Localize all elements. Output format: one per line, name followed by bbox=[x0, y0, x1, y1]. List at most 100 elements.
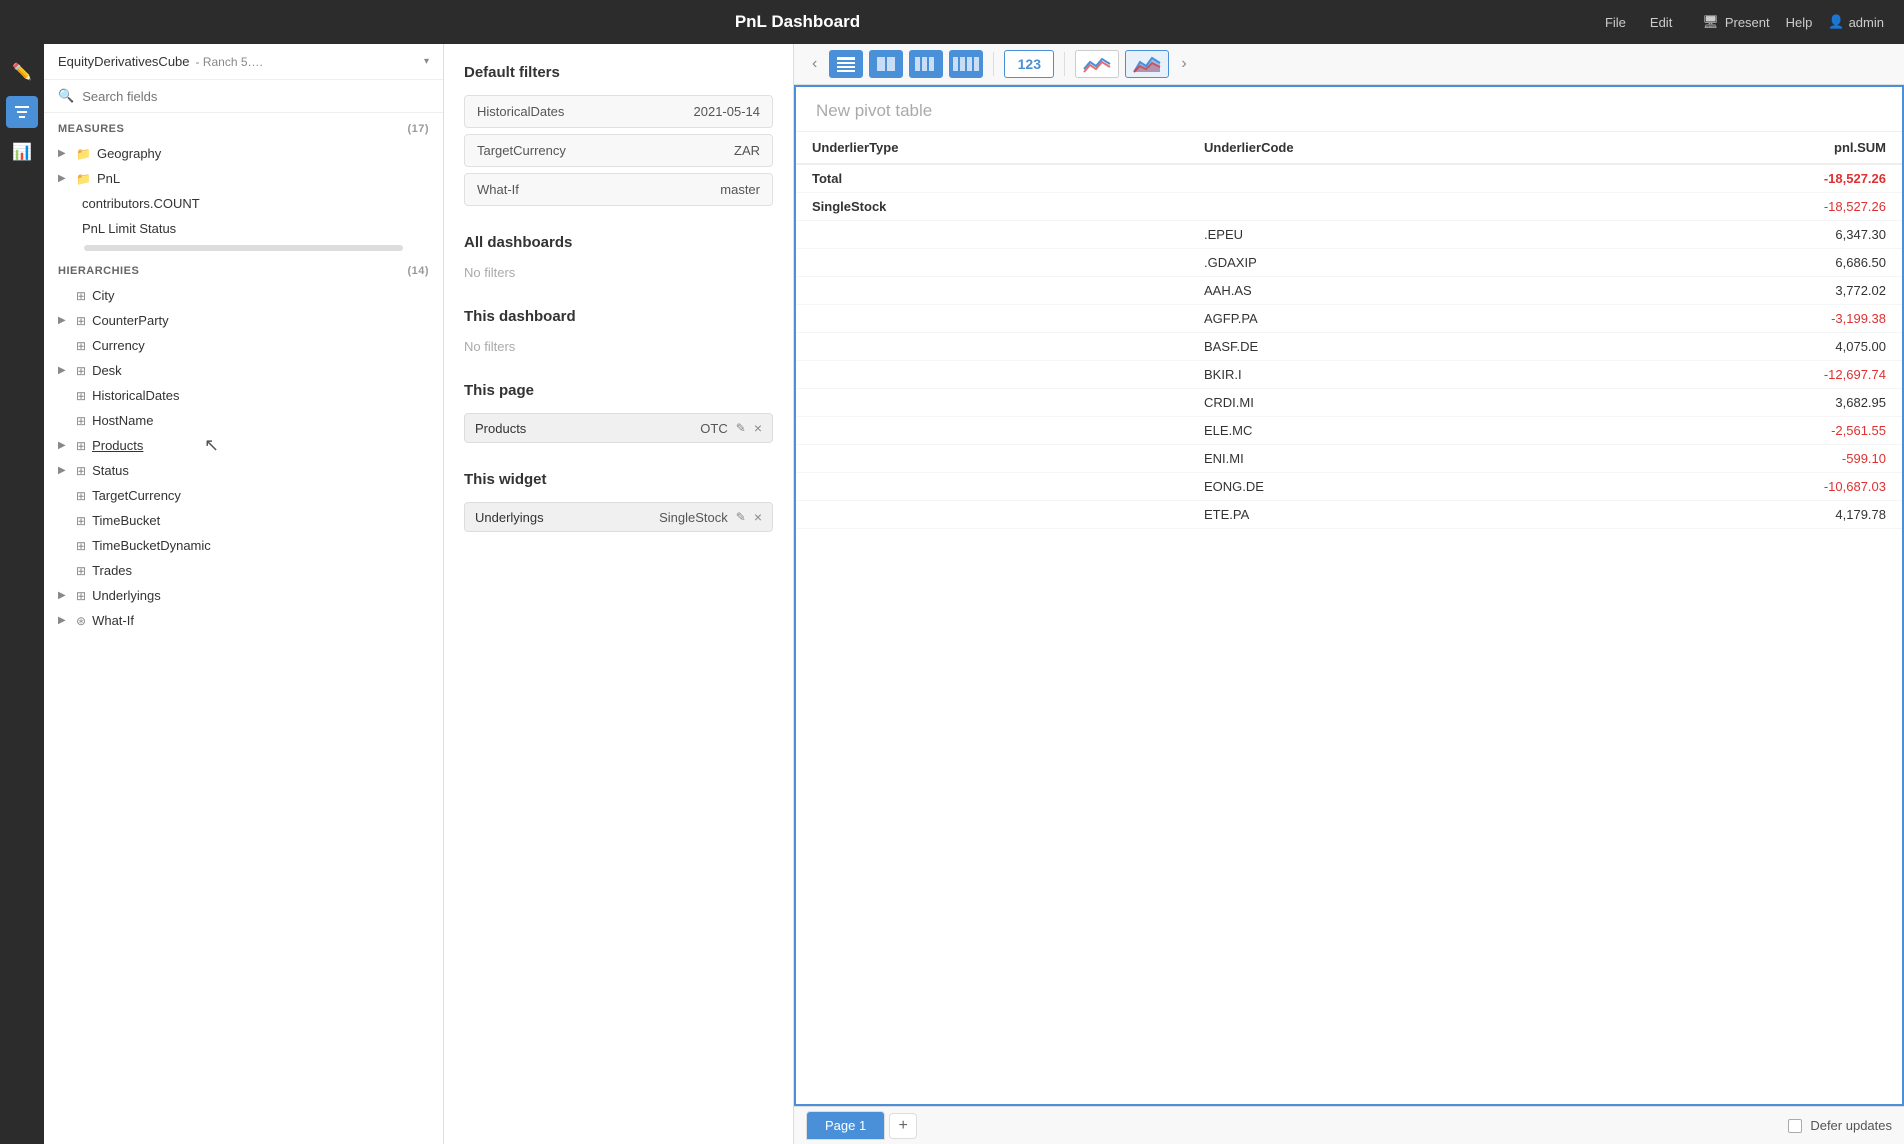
cube-sub: - Ranch 5…. bbox=[196, 55, 263, 69]
hierarchy-icon: ⊞ bbox=[76, 289, 86, 303]
defer-updates-checkbox[interactable] bbox=[1788, 1119, 1802, 1133]
hierarchy-icon: ⊞ bbox=[76, 339, 86, 353]
list-item[interactable]: ⊞ TimeBucketDynamic bbox=[44, 533, 443, 558]
expand-icon: ▶ bbox=[58, 315, 70, 326]
list-item[interactable]: ▶ ⊞ Underlyings bbox=[44, 583, 443, 608]
remove-filter-icon[interactable]: × bbox=[754, 509, 762, 525]
edit-filter-icon[interactable]: ✎ bbox=[736, 421, 746, 435]
pivot-table: UnderlierType UnderlierCode pnl.SUM Tota… bbox=[796, 132, 1902, 1104]
list-item[interactable]: ▶ ⊞ CounterParty bbox=[44, 308, 443, 333]
table-header-row: UnderlierType UnderlierCode pnl.SUM bbox=[796, 132, 1902, 164]
list-item[interactable]: ▶ ⊛ What-If bbox=[44, 608, 443, 633]
list-item[interactable]: ⊞ HistoricalDates bbox=[44, 383, 443, 408]
this-widget-title: This widget bbox=[464, 471, 773, 488]
toolbar-line-chart-button[interactable] bbox=[1075, 50, 1119, 78]
toolbar-table-icon-3[interactable] bbox=[909, 50, 943, 78]
filter-row: What-If master bbox=[464, 173, 773, 206]
hierarchy-icon: ⊞ bbox=[76, 589, 86, 603]
list-item[interactable]: ▶ ⊞ Status bbox=[44, 458, 443, 483]
icon-bar: ✏️ 📊 bbox=[0, 44, 44, 1144]
expand-icon: ▶ bbox=[58, 590, 70, 601]
table-row: .EPEU 6,347.30 bbox=[796, 221, 1902, 249]
remove-filter-icon[interactable]: × bbox=[754, 420, 762, 436]
list-item[interactable]: ▶ 📁 Geography bbox=[44, 141, 443, 166]
all-dashboards-section: All dashboards No filters bbox=[464, 234, 773, 280]
expand-icon: ▶ bbox=[58, 615, 70, 626]
data-table: UnderlierType UnderlierCode pnl.SUM Tota… bbox=[796, 132, 1902, 529]
table-row: Total -18,527.26 bbox=[796, 164, 1902, 193]
add-page-button[interactable]: + bbox=[889, 1113, 917, 1139]
list-item[interactable]: contributors.COUNT bbox=[44, 191, 443, 216]
table-row: ELE.MC -2,561.55 bbox=[796, 417, 1902, 445]
toolbar-separator bbox=[993, 52, 994, 76]
expand-icon: ▶ bbox=[58, 440, 70, 451]
filter-row: HistoricalDates 2021-05-14 bbox=[464, 95, 773, 128]
cube-name: EquityDerivativesCube bbox=[58, 54, 190, 69]
page-1-tab[interactable]: Page 1 bbox=[806, 1111, 885, 1140]
this-page-title: This page bbox=[464, 382, 773, 399]
this-dashboard-section: This dashboard No filters bbox=[464, 308, 773, 354]
help-button[interactable]: Help bbox=[1786, 15, 1813, 30]
hierarchy-icon: ⊞ bbox=[76, 389, 86, 403]
scrollbar-indicator bbox=[84, 245, 403, 251]
products-list-item[interactable]: ▶ ⊞ Products ↖ bbox=[44, 433, 443, 458]
admin-button[interactable]: 👤 admin bbox=[1828, 14, 1884, 30]
chevron-down-icon: ▾ bbox=[424, 56, 429, 67]
cube-selector[interactable]: EquityDerivativesCube - Ranch 5…. ▾ bbox=[44, 44, 443, 80]
measures-header: MEASURES (17) bbox=[44, 113, 443, 141]
toolbar-table-icon-4[interactable] bbox=[949, 50, 983, 78]
table-row: CRDI.MI 3,682.95 bbox=[796, 389, 1902, 417]
list-item[interactable]: ⊞ Currency bbox=[44, 333, 443, 358]
all-dashboards-no-filters: No filters bbox=[464, 265, 773, 280]
this-page-section: This page Products OTC ✎ × bbox=[464, 382, 773, 443]
topbar-title: PnL Dashboard bbox=[20, 12, 1575, 32]
expand-icon: ▶ bbox=[58, 173, 70, 184]
search-input[interactable] bbox=[82, 89, 429, 104]
list-item[interactable]: ⊞ City bbox=[44, 283, 443, 308]
filter-row: TargetCurrency ZAR bbox=[464, 134, 773, 167]
table-row: SingleStock -18,527.26 bbox=[796, 193, 1902, 221]
hierarchy-icon: ⊞ bbox=[76, 439, 86, 453]
hierarchy-icon: ⊞ bbox=[76, 414, 86, 428]
toolbar: ‹ bbox=[794, 44, 1904, 85]
toolbar-123-button[interactable]: 123 bbox=[1004, 50, 1054, 78]
topbar-right: 🖥 Present Help 👤 admin bbox=[1702, 14, 1884, 30]
table-row: .GDAXIP 6,686.50 bbox=[796, 249, 1902, 277]
edit-icon-btn[interactable]: ✏️ bbox=[6, 56, 38, 88]
toolbar-prev-button[interactable]: ‹ bbox=[806, 53, 823, 75]
toolbar-next-button[interactable]: › bbox=[1175, 53, 1192, 75]
list-item[interactable]: PnL Limit Status bbox=[44, 216, 443, 241]
hierarchies-header: HIERARCHIES (14) bbox=[44, 255, 443, 283]
defer-updates-control: Defer updates bbox=[1788, 1118, 1892, 1133]
toolbar-table-icon-2[interactable] bbox=[869, 50, 903, 78]
user-icon: 👤 bbox=[1828, 14, 1844, 30]
expand-icon: ▶ bbox=[58, 148, 70, 159]
hierarchy-icon: ⊞ bbox=[76, 364, 86, 378]
list-item[interactable]: ⊞ Trades bbox=[44, 558, 443, 583]
filter-icon-btn[interactable] bbox=[6, 96, 38, 128]
table-row: ENI.MI -599.10 bbox=[796, 445, 1902, 473]
toolbar-table-icon-1[interactable] bbox=[829, 50, 863, 78]
list-item[interactable]: ⊞ HostName bbox=[44, 408, 443, 433]
this-widget-filter-chip: Underlyings SingleStock ✎ × bbox=[464, 502, 773, 532]
topbar: PnL Dashboard File Edit 🖥 Present Help 👤… bbox=[0, 0, 1904, 44]
list-item[interactable]: ▶ ⊞ Desk bbox=[44, 358, 443, 383]
table-row: AGFP.PA -3,199.38 bbox=[796, 305, 1902, 333]
list-item[interactable]: ⊞ TargetCurrency bbox=[44, 483, 443, 508]
tab-bar: Page 1 + Defer updates bbox=[794, 1106, 1904, 1144]
menu-edit[interactable]: Edit bbox=[1650, 15, 1672, 30]
default-filters-section: Default filters HistoricalDates 2021-05-… bbox=[464, 64, 773, 206]
edit-filter-icon[interactable]: ✎ bbox=[736, 510, 746, 524]
menu-file[interactable]: File bbox=[1605, 15, 1626, 30]
present-button[interactable]: 🖥 Present bbox=[1702, 14, 1769, 30]
table-row: BASF.DE 4,075.00 bbox=[796, 333, 1902, 361]
table-row: EONG.DE -10,687.03 bbox=[796, 473, 1902, 501]
chart-icon-btn[interactable]: 📊 bbox=[6, 136, 38, 168]
list-item[interactable]: ⊞ TimeBucket bbox=[44, 508, 443, 533]
all-dashboards-title: All dashboards bbox=[464, 234, 773, 251]
toolbar-area-chart-button[interactable] bbox=[1125, 50, 1169, 78]
folder-icon: 📁 bbox=[76, 147, 91, 161]
col-underlier-type: UnderlierType bbox=[796, 132, 1188, 164]
list-item[interactable]: ▶ 📁 PnL bbox=[44, 166, 443, 191]
left-panel: EquityDerivativesCube - Ranch 5…. ▾ 🔍 ME… bbox=[44, 44, 444, 1144]
